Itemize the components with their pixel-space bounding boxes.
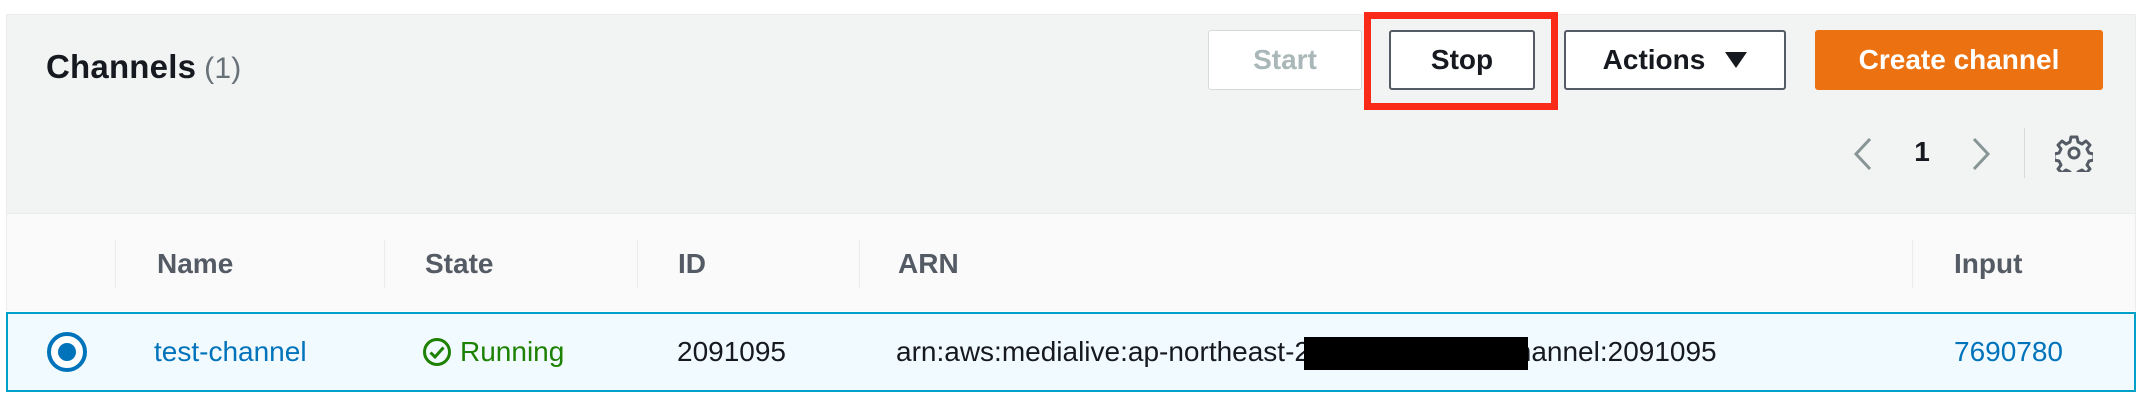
arn-prefix: arn:aws:medialive:ap-northeast-2: [896, 336, 1310, 367]
channel-name-link[interactable]: test-channel: [154, 336, 307, 368]
pager-divider: [2024, 128, 2025, 178]
column-separator: [115, 240, 116, 288]
redaction-box: [1304, 337, 1528, 370]
column-header-state[interactable]: State: [425, 248, 493, 280]
previous-page-button[interactable]: [1848, 134, 1878, 174]
column-header-name[interactable]: Name: [157, 248, 233, 280]
column-separator: [859, 240, 860, 288]
channel-count: (1): [204, 52, 242, 85]
caret-down-icon: [1725, 52, 1748, 68]
channels-panel: Channels (1) Start Stop Actions Create ch…: [0, 0, 2142, 400]
page-title: Channels (1): [46, 48, 241, 86]
settings-button[interactable]: [2052, 134, 2096, 179]
chevron-left-icon: [1853, 137, 1872, 171]
column-header-id[interactable]: ID: [678, 248, 706, 280]
actions-dropdown-button[interactable]: Actions: [1564, 30, 1786, 90]
radio-selected-icon: [47, 332, 87, 372]
table-row[interactable]: test-channel Running 2091095 arn:aws:med…: [6, 312, 2136, 392]
create-channel-button[interactable]: Create channel: [1815, 30, 2103, 90]
start-button[interactable]: Start: [1208, 30, 1362, 90]
column-header-arn[interactable]: ARN: [898, 248, 959, 280]
input-id-link[interactable]: 7690780: [1954, 336, 2063, 368]
channel-id: 2091095: [677, 336, 787, 367]
next-page-button[interactable]: [1966, 134, 1996, 174]
column-separator: [637, 240, 638, 288]
check-circle-icon: [423, 338, 451, 366]
state-label: Running: [460, 336, 565, 367]
current-page-number[interactable]: 1: [1910, 136, 1934, 168]
row-select-radio[interactable]: [46, 331, 88, 373]
column-header-input[interactable]: Input: [1954, 248, 2022, 280]
panel-title-text: Channels: [46, 48, 197, 85]
channel-state: Running: [422, 336, 564, 368]
column-separator: [384, 240, 385, 288]
table-header-row: Name State ID ARN Input: [6, 213, 2136, 311]
column-separator: [1912, 240, 1913, 288]
chevron-right-icon: [1972, 137, 1991, 171]
actions-label: Actions: [1602, 44, 1706, 75]
gear-icon: [2052, 135, 2096, 179]
stop-button-highlight: [1364, 12, 1558, 110]
